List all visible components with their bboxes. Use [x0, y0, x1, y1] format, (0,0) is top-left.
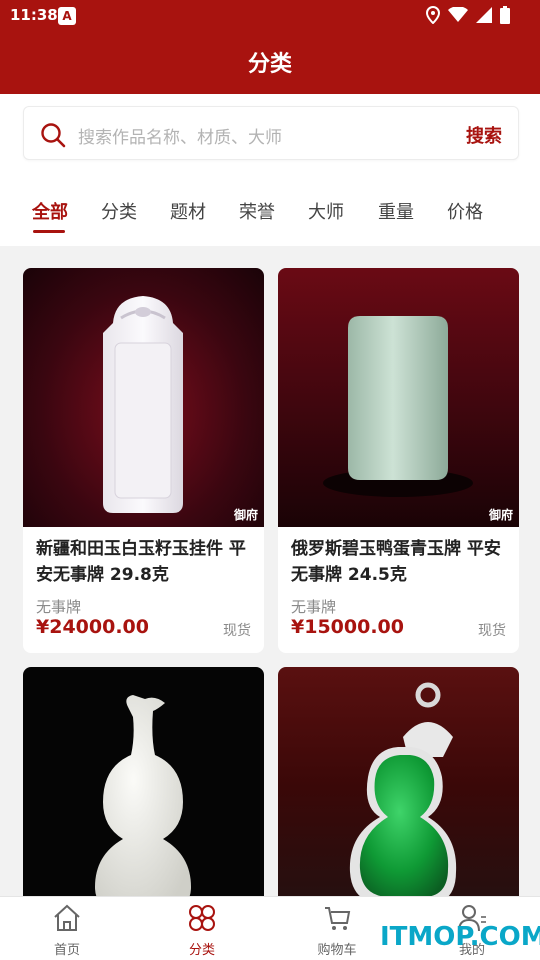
search-bar[interactable]: 搜索作品名称、材质、大师 搜索 — [23, 106, 519, 160]
product-category: 无事牌 — [36, 598, 82, 616]
tab-weight[interactable]: 重量 — [378, 198, 414, 224]
tab-theme[interactable]: 题材 — [170, 198, 206, 224]
tab-category[interactable]: 分类 — [101, 198, 137, 224]
stock-status: 现货 — [478, 623, 506, 639]
product-category: 无事牌 — [291, 598, 337, 616]
product-name: 俄罗斯碧玉鸭蛋青玉牌 平安无事牌 24.5克 — [291, 539, 501, 585]
tab-honor[interactable]: 荣誉 — [239, 198, 275, 224]
search-button[interactable]: 搜索 — [466, 122, 502, 148]
app-header: 11:38 A 分类 — [0, 0, 540, 94]
tab-all[interactable]: 全部 — [32, 198, 68, 224]
nav-cart[interactable]: 购物车 — [297, 903, 377, 958]
tab-master[interactable]: 大师 — [308, 198, 344, 224]
nav-home[interactable]: 首页 — [27, 903, 107, 958]
site-watermark: ITMOP.COM — [380, 922, 540, 952]
page-title: 分类 — [247, 52, 292, 77]
product-price: ¥15000.00 — [291, 616, 404, 638]
brand-watermark: 御府 — [233, 508, 258, 522]
tab-price[interactable]: 价格 — [447, 198, 483, 224]
stock-status: 现货 — [223, 623, 251, 639]
signal-icon — [476, 7, 492, 27]
search-and-filter-panel: 搜索作品名称、材质、大师 搜索 全部 分类 题材 荣誉 大师 重量 价格 — [0, 94, 540, 246]
nav-home-label: 首页 — [53, 943, 80, 958]
product-image: 御府 — [278, 268, 519, 527]
brand-watermark: 御府 — [488, 508, 513, 522]
status-time: 11:38 — [10, 6, 58, 24]
nav-category[interactable]: 分类 — [162, 903, 242, 958]
home-icon — [54, 904, 80, 931]
status-bar: 11:38 A — [0, 0, 540, 32]
product-card[interactable] — [23, 667, 264, 907]
wifi-icon — [448, 6, 468, 27]
nav-category-label: 分类 — [188, 943, 215, 958]
filter-tabs: 全部 分类 题材 荣誉 大师 重量 价格 — [0, 198, 540, 238]
product-card[interactable]: 御府 俄罗斯碧玉鸭蛋青玉牌 平安无事牌 24.5克 无事牌 ¥15000.00 … — [278, 268, 519, 653]
product-image — [23, 667, 264, 907]
product-image — [278, 667, 519, 907]
active-tab-indicator — [33, 230, 65, 233]
cart-icon — [325, 907, 351, 930]
category-icon — [189, 905, 215, 931]
product-price: ¥24000.00 — [36, 616, 149, 638]
product-name: 新疆和田玉白玉籽玉挂件 平安无事牌 29.8克 — [36, 539, 246, 585]
location-icon — [425, 5, 441, 28]
search-icon — [41, 123, 66, 148]
product-card[interactable]: 御府 新疆和田玉白玉籽玉挂件 平安无事牌 29.8克 无事牌 ¥24000.00… — [23, 268, 264, 653]
app-notification-icon: A — [58, 7, 76, 25]
battery-icon — [500, 6, 510, 28]
product-image: 御府 — [23, 268, 264, 527]
product-card[interactable] — [278, 667, 519, 907]
search-input[interactable]: 搜索作品名称、材质、大师 — [78, 123, 282, 148]
nav-cart-label: 购物车 — [317, 943, 357, 958]
